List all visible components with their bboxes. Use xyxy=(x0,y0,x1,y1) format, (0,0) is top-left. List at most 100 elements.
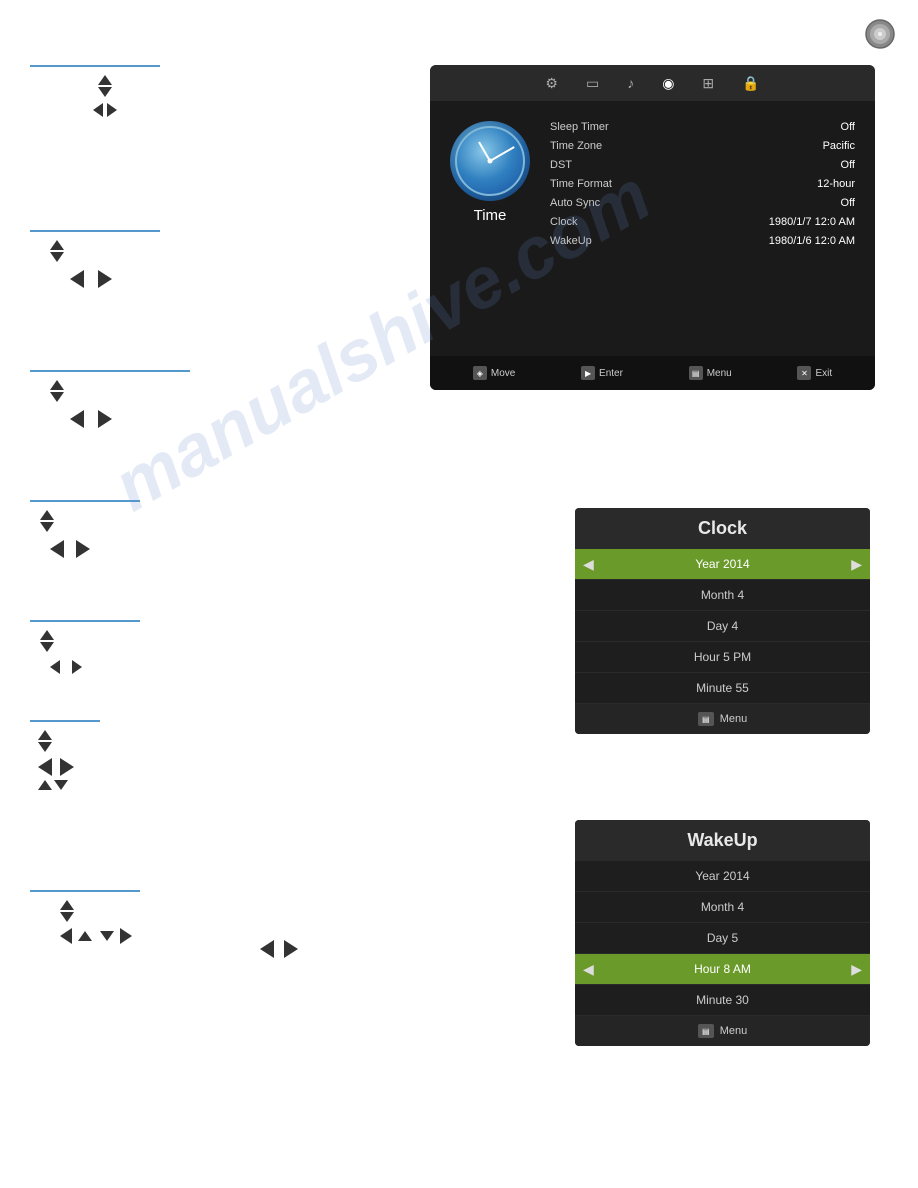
down-arrow-small xyxy=(100,931,114,941)
right-arrow xyxy=(60,758,74,776)
device-bottom-bar: ◈ Move ▶ Enter ▤ Menu ✕ Exit xyxy=(430,356,875,390)
device-content-area: Time Sleep TimerOffTime ZonePacificDSTOf… xyxy=(430,101,875,264)
top-right-globe-icon xyxy=(864,18,896,50)
menu-button[interactable]: ▤ Menu xyxy=(689,366,732,380)
left-arrow xyxy=(260,940,274,958)
year-right-arrow[interactable]: ▶ xyxy=(851,556,862,573)
move-icon: ◈ xyxy=(473,366,487,380)
clock-hour-label: Hour 5 PM xyxy=(587,650,858,664)
up-arrow xyxy=(40,510,54,520)
up-arrow xyxy=(98,75,112,85)
separator-line-4 xyxy=(30,500,140,502)
hour-left-arrow[interactable]: ◀ xyxy=(583,961,594,978)
clock-month-row[interactable]: Month 4 xyxy=(575,580,870,611)
device-info-value: Off xyxy=(841,197,855,209)
clock-day-label: Day 4 xyxy=(587,619,858,633)
up-down-arrows-5 xyxy=(40,630,54,652)
separator-line-2 xyxy=(30,230,160,232)
clock-menu-icon: ▤ xyxy=(698,712,714,726)
clock-year-row[interactable]: ◀ Year 2014 ▶ xyxy=(575,549,870,580)
device-info-value: 1980/1/7 12:0 AM xyxy=(769,216,855,228)
clock-dialog-footer: ▤ Menu xyxy=(575,704,870,734)
device-top-bar: ⚙ ▭ ♪ ◉ ⊞ 🔒 xyxy=(430,65,875,101)
left-arrow xyxy=(50,660,60,674)
minute-hand xyxy=(490,146,515,162)
up-arrow xyxy=(50,240,64,250)
clock-dialog: Clock ◀ Year 2014 ▶ Month 4 Day 4 Hour 5… xyxy=(575,508,870,734)
year-left-arrow[interactable]: ◀ xyxy=(583,556,594,573)
wakeup-year-label: Year 2014 xyxy=(587,869,858,883)
wakeup-day-row[interactable]: Day 5 xyxy=(575,923,870,954)
left-arrow xyxy=(50,540,64,558)
device-info-key: Auto Sync xyxy=(550,197,640,209)
up-arrow-small xyxy=(78,931,92,941)
device-info-key: Time Zone xyxy=(550,140,640,152)
lr-arrows-row xyxy=(38,758,74,776)
wakeup-dialog-title: WakeUp xyxy=(575,820,870,861)
lock-icon: 🔒 xyxy=(742,75,759,92)
monitor-icon: ▭ xyxy=(586,75,599,92)
enter-button[interactable]: ▶ Enter xyxy=(581,366,623,380)
left-right-arrows-1 xyxy=(93,103,117,117)
grid-icon: ⊞ xyxy=(702,75,714,92)
move-label: Move xyxy=(491,368,515,379)
device-info-value: Pacific xyxy=(823,140,855,152)
left-arrow xyxy=(70,270,84,288)
clock-minute-label: Minute 55 xyxy=(587,681,858,695)
up-down-arrows-1 xyxy=(98,75,112,97)
left-right-arrows-3 xyxy=(70,410,112,428)
clock-hour-row[interactable]: Hour 5 PM xyxy=(575,642,870,673)
move-button[interactable]: ◈ Move xyxy=(473,366,515,380)
wakeup-dialog: WakeUp Year 2014 Month 4 Day 5 ◀ Hour 8 … xyxy=(575,820,870,1046)
wakeup-menu-label: Menu xyxy=(720,1025,748,1037)
clock-minute-row[interactable]: Minute 55 xyxy=(575,673,870,704)
down-arrow xyxy=(50,392,64,402)
right-arrow xyxy=(120,928,132,944)
device-info-row: Sleep TimerOff xyxy=(550,121,855,133)
separator-line-1 xyxy=(30,65,160,67)
wakeup-minute-row[interactable]: Minute 30 xyxy=(575,985,870,1016)
wakeup-year-row[interactable]: Year 2014 xyxy=(575,861,870,892)
clock-day-row[interactable]: Day 4 xyxy=(575,611,870,642)
lr-arrows-wide xyxy=(60,928,132,944)
down-arrow xyxy=(40,642,54,652)
device-info-value: 1980/1/6 12:0 AM xyxy=(769,235,855,247)
enter-label: Enter xyxy=(599,368,623,379)
wakeup-dialog-footer: ▤ Menu xyxy=(575,1016,870,1046)
down-arrow xyxy=(98,87,112,97)
clock-menu-label: Menu xyxy=(720,713,748,725)
right-arrow xyxy=(72,660,82,674)
clock-section: Time xyxy=(450,121,530,254)
up-down-arrows-4 xyxy=(40,510,54,532)
hour-right-arrow[interactable]: ▶ xyxy=(851,961,862,978)
wakeup-hour-row[interactable]: ◀ Hour 8 AM ▶ xyxy=(575,954,870,985)
down-arrow-2 xyxy=(54,780,68,790)
wakeup-menu-icon: ▤ xyxy=(698,1024,714,1038)
up-down-arrows-2 xyxy=(50,240,64,262)
up-down-arrows-3 xyxy=(50,380,64,402)
up-down-arrows-7 xyxy=(60,900,74,922)
wakeup-month-label: Month 4 xyxy=(587,900,858,914)
enter-icon: ▶ xyxy=(581,366,595,380)
clock-active-icon: ◉ xyxy=(662,75,674,92)
device-screen: ⚙ ▭ ♪ ◉ ⊞ 🔒 Time Sleep TimerOff Time Zone… xyxy=(430,65,875,390)
device-info-value: 12-hour xyxy=(817,178,855,190)
left-right-arrows-4 xyxy=(50,540,90,558)
instruction-block-3 xyxy=(30,370,190,428)
instruction-block-7 xyxy=(30,890,140,944)
wakeup-day-label: Day 5 xyxy=(587,931,858,945)
left-arrow xyxy=(60,928,72,944)
wakeup-month-row[interactable]: Month 4 xyxy=(575,892,870,923)
separator-line-6 xyxy=(30,720,100,722)
up-arrow xyxy=(60,900,74,910)
down-arrow xyxy=(50,252,64,262)
left-arrow xyxy=(93,103,103,117)
exit-icon: ✕ xyxy=(797,366,811,380)
left-right-arrows-5 xyxy=(50,660,82,674)
instruction-block-1 xyxy=(30,65,160,117)
clock-dialog-title: Clock xyxy=(575,508,870,549)
ud-row-2 xyxy=(38,780,68,790)
exit-button[interactable]: ✕ Exit xyxy=(797,366,832,380)
device-info-row: WakeUp1980/1/6 12:0 AM xyxy=(550,235,855,247)
down-arrow xyxy=(40,522,54,532)
